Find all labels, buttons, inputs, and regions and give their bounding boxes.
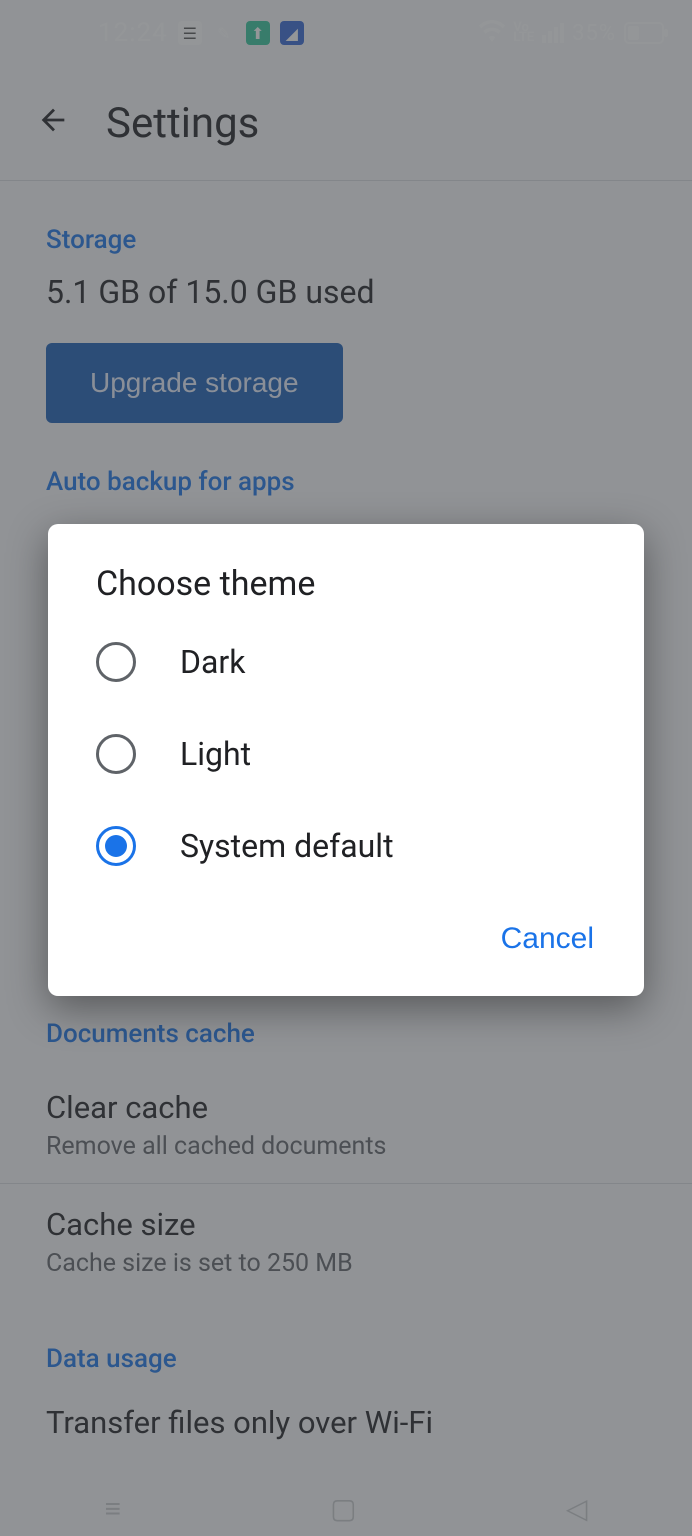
theme-option-system-default[interactable]: System default xyxy=(48,800,644,892)
theme-option-label: Light xyxy=(180,735,251,773)
theme-option-label: Dark xyxy=(180,643,245,681)
theme-option-light[interactable]: Light xyxy=(48,708,644,800)
theme-option-dark[interactable]: Dark xyxy=(48,616,644,708)
dialog-title: Choose theme xyxy=(48,564,644,616)
theme-dialog: Choose theme Dark Light System default C… xyxy=(48,524,644,996)
radio-icon-checked xyxy=(96,826,136,866)
theme-option-label: System default xyxy=(180,827,394,865)
radio-icon xyxy=(96,642,136,682)
cancel-button[interactable]: Cancel xyxy=(491,910,604,968)
radio-icon xyxy=(96,734,136,774)
